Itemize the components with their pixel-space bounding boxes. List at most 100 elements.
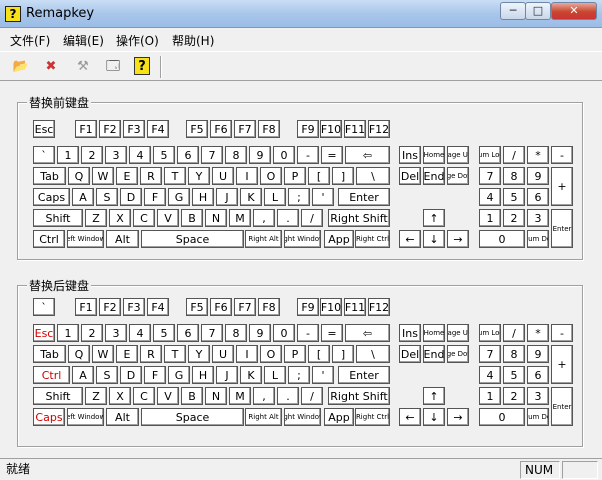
key-6[interactable]: 6 <box>527 366 549 384</box>
key-1[interactable]: 1 <box>479 209 501 227</box>
key-7[interactable]: 7 <box>479 167 501 185</box>
key-2[interactable]: 2 <box>503 209 525 227</box>
key-4[interactable]: 4 <box>129 324 151 342</box>
key-t[interactable]: T <box>164 345 186 363</box>
key-1[interactable]: 1 <box>57 324 79 342</box>
key-num-del[interactable]: Num Del <box>527 230 549 248</box>
key-d[interactable]: D <box>120 188 142 206</box>
key-3[interactable]: 3 <box>105 146 127 164</box>
key-ins[interactable]: Ins <box>399 324 421 342</box>
key-esc[interactable]: Esc <box>33 324 55 342</box>
key-f10[interactable]: F10 <box>320 298 342 316</box>
key-ins[interactable]: Ins <box>399 146 421 164</box>
key-left-arrow[interactable]: ← <box>399 230 421 248</box>
key-right-windows[interactable]: Right Windows <box>284 230 321 248</box>
key-right-bracket[interactable]: ] <box>332 167 354 185</box>
key-right-shift[interactable]: Right Shift <box>328 387 390 405</box>
key-left-windows[interactable]: Left Windows <box>67 408 104 426</box>
key-page-up[interactable]: Page Up <box>447 324 469 342</box>
key-num-lock[interactable]: Num Lock <box>479 324 501 342</box>
key-alt[interactable]: Alt <box>106 408 139 426</box>
key-f[interactable]: F <box>144 366 166 384</box>
key-g[interactable]: G <box>168 188 190 206</box>
key-2[interactable]: 2 <box>503 387 525 405</box>
key-del[interactable]: Del <box>399 167 421 185</box>
key-right-ctrl[interactable]: Right Ctrl <box>355 230 390 248</box>
key-c[interactable]: C <box>133 209 155 227</box>
key-esc[interactable]: Esc <box>33 120 55 138</box>
key-f2[interactable]: F2 <box>99 298 121 316</box>
key-i[interactable]: I <box>236 345 258 363</box>
key-minus[interactable]: - <box>297 324 319 342</box>
key-down-arrow[interactable]: ↓ <box>423 408 445 426</box>
key-minus[interactable]: - <box>297 146 319 164</box>
key-backtick[interactable]: ` <box>33 298 55 316</box>
key-a[interactable]: A <box>72 366 94 384</box>
key-0[interactable]: 0 <box>273 324 295 342</box>
key-semicolon[interactable]: ; <box>288 366 310 384</box>
key-f4[interactable]: F4 <box>147 298 169 316</box>
key-n[interactable]: N <box>205 387 227 405</box>
key-space[interactable]: Space <box>141 408 244 426</box>
menu-file[interactable]: 文件(F) <box>10 32 50 49</box>
key-tab[interactable]: Tab <box>33 345 66 363</box>
key-7[interactable]: 7 <box>201 324 223 342</box>
key-app[interactable]: App <box>324 408 354 426</box>
key-asterisk[interactable]: * <box>527 324 549 342</box>
key-6[interactable]: 6 <box>177 324 199 342</box>
title-bar[interactable]: ? Remapkey ─ □ ✕ <box>0 0 602 28</box>
key-v[interactable]: V <box>157 209 179 227</box>
key-s[interactable]: S <box>96 188 118 206</box>
key-q[interactable]: Q <box>68 167 90 185</box>
key-9[interactable]: 9 <box>527 345 549 363</box>
key-backspace[interactable]: ⇦ <box>345 146 390 164</box>
key-u[interactable]: U <box>212 345 234 363</box>
key-enter[interactable]: Enter <box>338 366 390 384</box>
key-backslash[interactable]: \ <box>356 345 390 363</box>
key-f7[interactable]: F7 <box>234 120 256 138</box>
key-equals[interactable]: = <box>321 324 343 342</box>
key-5[interactable]: 5 <box>503 366 525 384</box>
key-l[interactable]: L <box>264 366 286 384</box>
key-b[interactable]: B <box>181 387 203 405</box>
key-j[interactable]: J <box>216 366 238 384</box>
key-v[interactable]: V <box>157 387 179 405</box>
key-r[interactable]: R <box>140 167 162 185</box>
key-2[interactable]: 2 <box>81 146 103 164</box>
key-backtick[interactable]: ` <box>33 146 55 164</box>
key-z[interactable]: Z <box>85 209 107 227</box>
key-quote[interactable]: ' <box>312 188 334 206</box>
key-j[interactable]: J <box>216 188 238 206</box>
key-slash[interactable]: / <box>301 209 323 227</box>
key-del[interactable]: Del <box>399 345 421 363</box>
key-h[interactable]: H <box>192 366 214 384</box>
key-o[interactable]: O <box>260 345 282 363</box>
key-up-arrow[interactable]: ↑ <box>423 209 445 227</box>
key-0[interactable]: 0 <box>273 146 295 164</box>
key-d[interactable]: D <box>120 366 142 384</box>
key-end[interactable]: End <box>423 345 445 363</box>
key-4[interactable]: 4 <box>129 146 151 164</box>
key-f12[interactable]: F12 <box>368 298 390 316</box>
key-f5[interactable]: F5 <box>186 298 208 316</box>
key-f3[interactable]: F3 <box>123 298 145 316</box>
key-shift[interactable]: Shift <box>33 209 83 227</box>
key-left-windows[interactable]: Left Windows <box>67 230 104 248</box>
key-f[interactable]: F <box>144 188 166 206</box>
key-f11[interactable]: F11 <box>344 298 366 316</box>
minimize-button[interactable]: ─ <box>500 2 526 20</box>
key-r[interactable]: R <box>140 345 162 363</box>
key-backslash[interactable]: \ <box>356 167 390 185</box>
key-left-bracket[interactable]: [ <box>308 345 330 363</box>
key-f10[interactable]: F10 <box>320 120 342 138</box>
key-6[interactable]: 6 <box>527 188 549 206</box>
key-a[interactable]: A <box>72 188 94 206</box>
key-s[interactable]: S <box>96 366 118 384</box>
key-7[interactable]: 7 <box>479 345 501 363</box>
key-g[interactable]: G <box>168 366 190 384</box>
key-9[interactable]: 9 <box>249 324 271 342</box>
key-right-ctrl[interactable]: Right Ctrl <box>355 408 390 426</box>
key-caps[interactable]: Caps <box>33 408 65 426</box>
key-plus[interactable]: + <box>551 167 573 206</box>
key-f7[interactable]: F7 <box>234 298 256 316</box>
